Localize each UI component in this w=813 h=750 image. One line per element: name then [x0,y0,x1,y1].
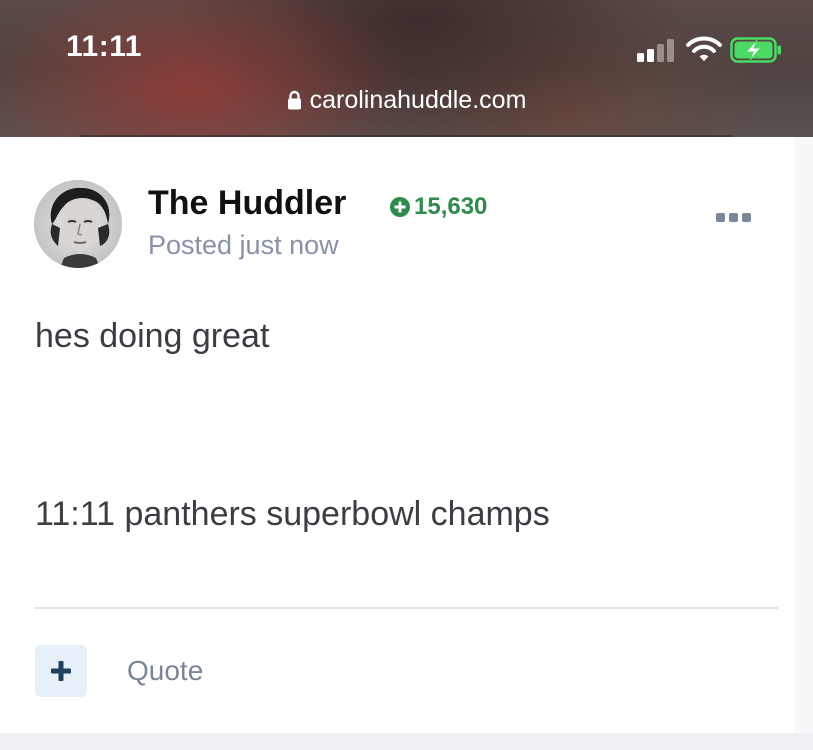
add-reaction-button[interactable] [35,645,87,697]
author-name[interactable]: The Huddler [148,184,346,223]
reputation-badge: 15,630 [390,193,487,221]
post-card: The Huddler 15,630 Posted just now hes d… [0,137,795,733]
browser-top-bar: 11:11 carolinahuddle.com [0,0,813,137]
bottom-gap [0,733,813,750]
plus-circle-icon [390,197,410,217]
url-bar[interactable]: carolinahuddle.com [0,86,813,115]
avatar-portrait-icon [34,180,122,268]
post-content-line: hes doing great [35,317,270,355]
status-time: 11:11 [66,30,142,63]
card-edge-shadow [795,137,813,733]
post-divider [34,607,778,609]
quote-button[interactable]: Quote [127,655,203,687]
wifi-icon [686,36,722,61]
battery-charging-icon [730,37,781,63]
posted-time: Posted just now [148,230,339,260]
post-content-line: 11:11 panthers superbowl champs [35,495,550,533]
lock-icon [287,90,301,110]
plus-icon [51,661,71,681]
screen: 11:11 carolinahuddle.com The Huddler 15,… [0,0,813,750]
ellipsis-icon[interactable] [716,211,754,225]
avatar[interactable] [34,180,122,268]
reputation-count: 15,630 [414,193,488,220]
cellular-signal-icon [637,38,675,62]
url-domain: carolinahuddle.com [309,86,527,114]
